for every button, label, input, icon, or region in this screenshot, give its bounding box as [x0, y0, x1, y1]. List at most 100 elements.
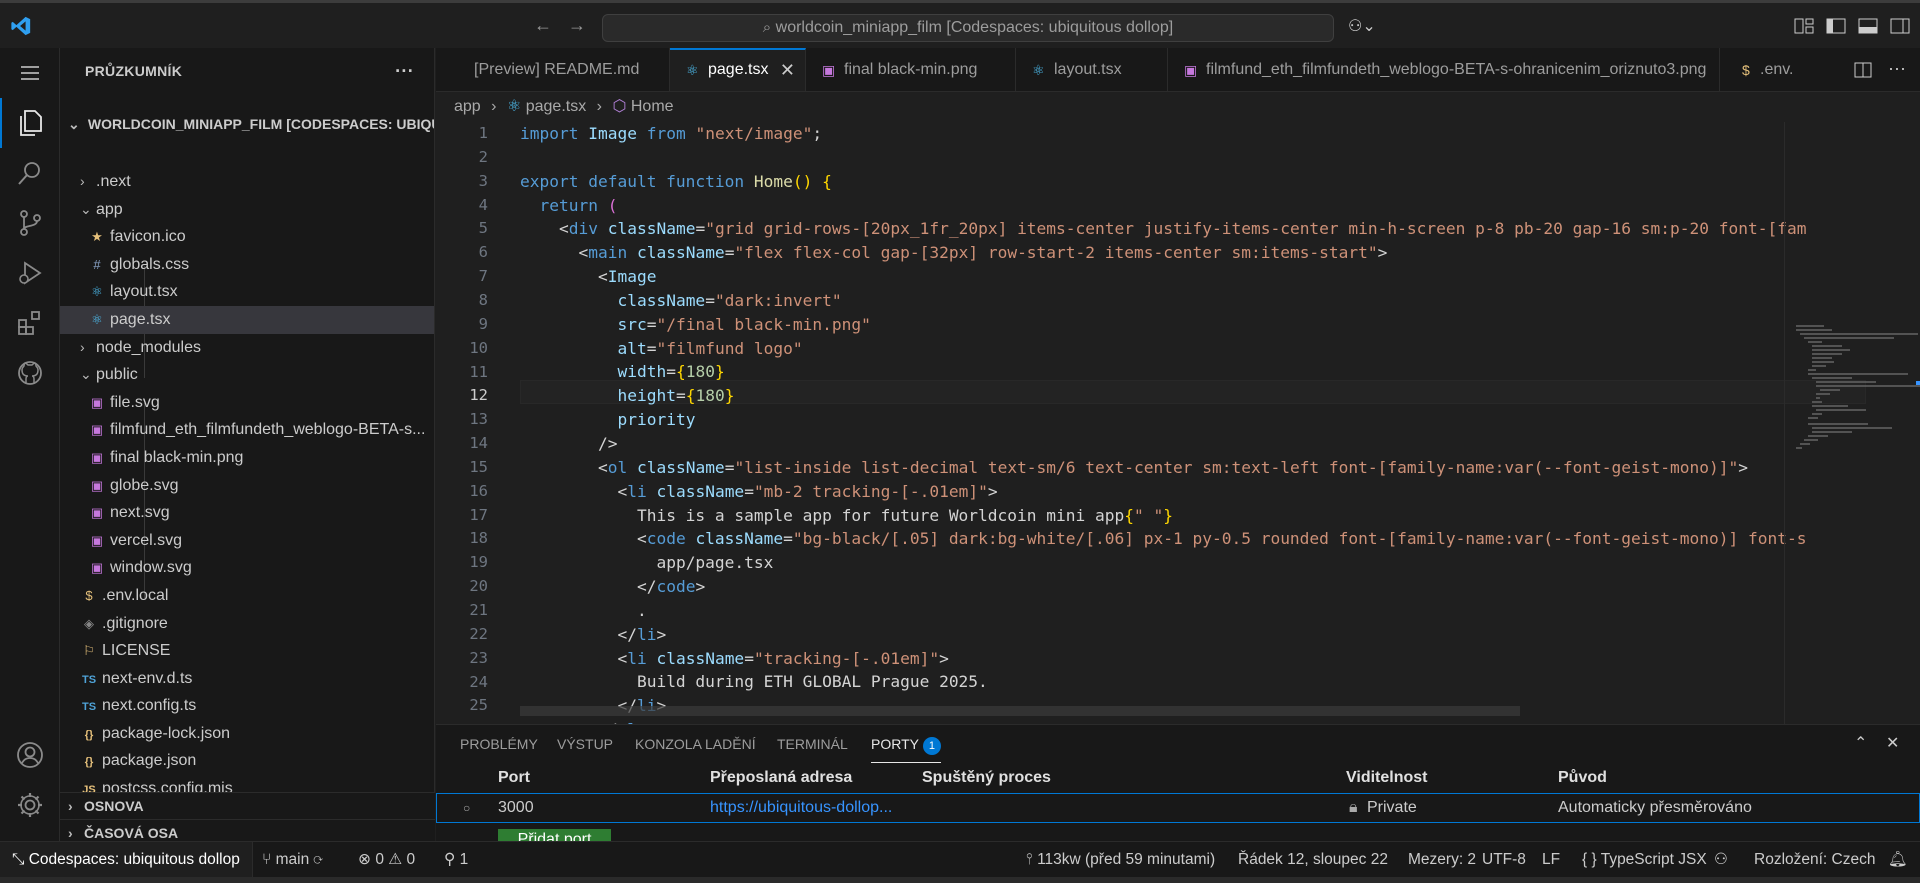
extensions-icon[interactable] [0, 298, 60, 348]
forward-arrow-icon[interactable]: → [568, 15, 586, 36]
file-item[interactable]: TS next.config.ts [60, 692, 434, 720]
github-icon[interactable] [0, 348, 60, 398]
copilot-status-icon[interactable]: ⚇ [1714, 842, 1728, 878]
folder-item[interactable]: › node_modules [60, 334, 434, 362]
image-icon: ▣ [90, 505, 104, 521]
code-content[interactable]: import Image from "next/image"; export d… [520, 122, 1806, 724]
tab-problems[interactable]: PROBLÉMY [460, 725, 538, 763]
chevron-down-icon: ⌄ [80, 366, 92, 383]
visibility-value[interactable]: Private [1367, 794, 1417, 822]
line-number: 24 [469, 672, 488, 691]
file-item[interactable]: ▣ file.svg [60, 389, 434, 417]
language-label: TypeScript JSX [1600, 851, 1707, 868]
file-item[interactable]: ▣ filmfund_eth_filmfundeth_weblogo-BETA-s… [60, 416, 434, 444]
file-item[interactable]: {} package.json [60, 747, 434, 775]
indentation[interactable]: Mezery: 2 [1408, 842, 1476, 878]
workspace-root[interactable]: ⌄ WORLDCOIN_MINIAPP_FILM [CODESPACES: UB… [60, 94, 434, 154]
customize-layout-icon[interactable] [1794, 17, 1814, 35]
file-item[interactable]: ◈ .gitignore [60, 610, 434, 638]
more-actions-icon[interactable]: ··· [1888, 48, 1906, 88]
problems-indicator[interactable]: ⊗ 0 ⚠ 0 [358, 842, 415, 878]
forwarded-address-link[interactable]: https://ubiquitous-dollop... [710, 794, 892, 822]
copilot-icon[interactable]: ⚇⌄ [1348, 16, 1376, 35]
close-icon[interactable]: ✕ [780, 50, 795, 90]
outline-section[interactable]: › OSNOVA [60, 792, 435, 819]
file-item[interactable]: ▣ window.svg [60, 554, 434, 582]
explorer-header: PRŮZKUMNÍK ··· [60, 48, 434, 94]
branch-indicator[interactable]: ⑂ main ⟳ [262, 842, 323, 878]
breadcrumb-symbol[interactable]: Home [631, 98, 674, 115]
tab-output[interactable]: VÝSTUP [557, 725, 613, 763]
file-item[interactable]: ▣ globe.svg [60, 472, 434, 500]
status-bar: ⤡ Codespaces: ubiquitous dollop ⑂ main ⟳… [0, 841, 1920, 878]
warning-icon: ⚠ [388, 851, 403, 868]
file-item[interactable]: $ .env.local [60, 582, 434, 610]
folder-item[interactable]: › .next [60, 168, 434, 196]
maximize-panel-icon[interactable]: ⌃ [1854, 733, 1867, 753]
file-item[interactable]: ⚛ layout.tsx [60, 278, 434, 306]
settings-gear-icon[interactable] [0, 780, 60, 830]
tab-ports[interactable]: PORTY 1 [871, 725, 941, 763]
file-item[interactable]: # globals.css [60, 251, 434, 279]
file-item[interactable]: ▣ final black-min.png [60, 444, 434, 472]
sync-icon[interactable]: ⟳ [314, 851, 323, 868]
file-item[interactable]: {} package-lock.json [60, 720, 434, 748]
file-item[interactable]: ⚐ LICENSE [60, 637, 434, 665]
folder-item[interactable]: ⌄ public [60, 361, 434, 389]
close-panel-icon[interactable]: ✕ [1886, 733, 1899, 753]
notifications-bell-icon[interactable]: 🔔︎ [1888, 842, 1908, 878]
cursor-position[interactable]: Řádek 12, sloupec 22 [1238, 842, 1388, 878]
source-control-icon[interactable] [0, 198, 60, 248]
origin-value: Automaticky přesměrováno [1558, 799, 1752, 816]
tab-final-black-min[interactable]: ▣ final black-min.png [806, 48, 1016, 91]
image-icon: ▣ [822, 62, 836, 78]
commit-indicator[interactable]: ⫯ 113kw (před 59 minutami) [1026, 842, 1215, 878]
account-icon[interactable] [0, 730, 60, 780]
search-icon[interactable] [0, 148, 60, 198]
tab-page-tsx[interactable]: ⚛ page.tsx ✕ [670, 48, 806, 91]
line-number: 10 [469, 338, 488, 357]
tab-layout-tsx[interactable]: ⚛ layout.tsx [1016, 48, 1168, 91]
toggle-panel-icon[interactable] [1858, 17, 1878, 35]
file-item[interactable]: ▣ next.svg [60, 499, 434, 527]
explorer-icon[interactable] [0, 98, 60, 148]
file-item[interactable]: ▣ vercel.svg [60, 527, 434, 555]
hash-icon: # [93, 256, 101, 272]
end-of-line[interactable]: LF [1542, 842, 1560, 878]
file-item[interactable]: ⚛ page.tsx [60, 305, 434, 334]
toggle-secondary-sidebar-icon[interactable] [1890, 17, 1910, 35]
code-editor[interactable]: 1 2 3 4 5 6 7 8 9 10 11 12 13 14 15 16 17 18 19 20 21 22 23 24 2… [436, 122, 1920, 724]
tab-filmfund-weblogo[interactable]: ▣ filmfund_eth_filmfundeth_weblogo-BETA-s… [1168, 48, 1720, 91]
tree-item-label: next.svg [110, 504, 170, 522]
tab-debug-console[interactable]: KONZOLA LADĚNÍ [635, 725, 756, 763]
command-center-search[interactable]: ⌕ worldcoin_miniapp_film [Codespaces: ub… [602, 14, 1334, 42]
tab-terminal[interactable]: TERMINÁL [777, 725, 848, 763]
tab-label: .env. [1760, 61, 1794, 78]
language-mode[interactable]: { } TypeScript JSX [1582, 842, 1707, 878]
file-item[interactable]: TS next-env.d.ts [60, 665, 434, 693]
remote-indicator[interactable]: ⤡ Codespaces: ubiquitous dollop [0, 842, 253, 878]
line-number: 14 [469, 434, 488, 453]
chevron-right-icon: › [80, 173, 85, 189]
tab-env[interactable]: $ .env. [1720, 48, 1840, 91]
horizontal-scrollbar[interactable] [520, 706, 1520, 716]
folder-item[interactable]: ⌄ app [60, 196, 434, 224]
run-debug-icon[interactable] [0, 248, 60, 298]
encoding[interactable]: UTF-8 [1482, 842, 1526, 878]
search-icon: ⌕ [762, 19, 772, 36]
minimap[interactable] [1784, 122, 1920, 724]
react-icon: ⚛ [506, 98, 522, 115]
keyboard-layout[interactable]: Rozložení: Czech [1754, 842, 1875, 878]
toggle-sidebar-icon[interactable] [1826, 17, 1846, 35]
split-editor-icon[interactable] [1854, 62, 1872, 78]
more-actions-icon[interactable]: ··· [395, 48, 414, 94]
breadcrumb-file[interactable]: page.tsx [526, 98, 586, 115]
back-arrow-icon[interactable]: ← [534, 15, 552, 36]
file-item[interactable]: ★ favicon.ico [60, 223, 434, 251]
port-row[interactable]: ○ 3000 https://ubiquitous-dollop... 🔒︎ P… [436, 793, 1920, 823]
tab-readme-preview[interactable]: [Preview] README.md [436, 48, 670, 91]
breadcrumb-folder[interactable]: app [454, 98, 481, 115]
ports-indicator[interactable]: ⚲ 1 [444, 842, 468, 878]
image-icon: ▣ [90, 532, 104, 548]
menu-icon[interactable] [0, 48, 60, 98]
